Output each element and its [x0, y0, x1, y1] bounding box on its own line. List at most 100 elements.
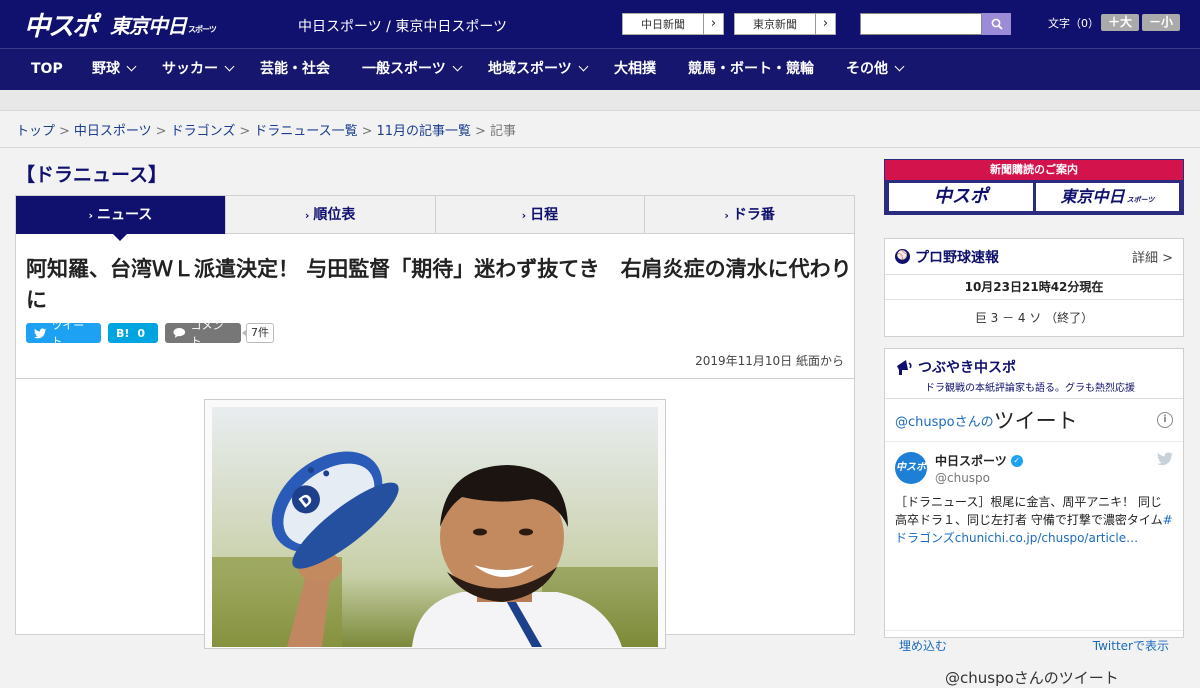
scores-timestamp: 10月23日21時42分現在	[885, 275, 1183, 300]
article-photo-frame: D	[204, 399, 666, 649]
hatena-icon: B!	[116, 326, 130, 340]
tab-label: 順位表	[313, 207, 356, 223]
tab-standings[interactable]: › 順位表	[225, 196, 436, 234]
nav-label: 芸能・社会	[260, 61, 330, 77]
tab-label: ドラ番	[732, 207, 775, 223]
tweet-body: ［ドラニュース］根尾に金言、周平アニキ！ 同じ高卒ドラ１、同じ左打者 守備で打撃…	[895, 495, 1163, 527]
tweet-user-name-row: 中日スポーツ ✓	[935, 452, 1023, 469]
hatena-count: 0	[137, 326, 146, 340]
nav-item-top[interactable]: TOP	[31, 49, 63, 91]
tweet-user: 中スポ 中日スポーツ ✓ @chuspo	[895, 452, 1173, 485]
comment-button[interactable]: コメント	[165, 319, 241, 348]
score-line[interactable]: 巨 3 － 4 ソ （終了）	[885, 300, 1183, 336]
font-smaller-button[interactable]: －小	[1142, 14, 1180, 31]
search-input[interactable]	[860, 13, 982, 35]
tokyo-chunichi-logo[interactable]: 東京中日 スポーツ	[110, 8, 217, 40]
avatar[interactable]: 中スポ	[895, 452, 927, 484]
nav-item-baseball[interactable]: 野球	[92, 49, 137, 91]
tweet-item[interactable]: 中スポ 中日スポーツ ✓ @chuspo ［ドラニュース］根尾に金言、周平アニキ！…	[885, 442, 1183, 547]
search-icon	[991, 18, 1003, 30]
tweet-screen-name[interactable]: @chuspo	[935, 471, 1023, 485]
share-row: ツイート B! 0 コメント 7件	[26, 319, 274, 348]
comment-count-badge[interactable]: 7件	[242, 323, 274, 343]
hatena-bookmark-button[interactable]: B! 0	[108, 323, 158, 343]
comment-bubble-icon	[173, 327, 186, 338]
nav-label: 一般スポーツ	[362, 61, 446, 77]
info-icon[interactable]: i	[1157, 412, 1173, 428]
search-button[interactable]	[982, 13, 1011, 35]
breadcrumb-link[interactable]: ドラゴンズ	[171, 124, 236, 139]
tokyo-chunichi-subscribe-small: スポーツ	[1126, 196, 1155, 204]
breadcrumb-separator: >	[59, 124, 70, 139]
article-headline: 阿知羅、台湾ＷＬ派遣決定！ 与田監督「期待」迷わず抜てき 右肩炎症の清水に代わり…	[26, 257, 852, 312]
baseball-icon: ⚾	[895, 249, 910, 264]
scores-header: ⚾ プロ野球速報 詳細 >	[885, 239, 1183, 275]
main-nav: TOP 野球 サッカー 芸能・社会 一般スポーツ 地域スポーツ 大相撲 競馬・ボ…	[0, 48, 1200, 90]
tokyo-shimbun-link[interactable]: 東京新聞 ›	[734, 13, 836, 35]
article-date: 2019年11月10日 紙面から	[695, 354, 844, 368]
tab-dora-ban[interactable]: › ドラ番	[645, 196, 854, 234]
section-tabs: › ニュース › 順位表 › 日程 › ドラ番	[16, 196, 854, 241]
tweet-button[interactable]: ツイート	[26, 319, 101, 348]
chevron-right-icon: ›	[304, 209, 310, 222]
top-header: 中スポ 東京中日 スポーツ 中日スポーツ / 東京中日スポーツ 中日新聞 › 東京…	[0, 0, 1200, 48]
scores-detail-link[interactable]: 詳細 >	[1132, 247, 1173, 266]
tsubuyaki-title-row: つぶやき中スポ	[895, 357, 1173, 377]
embed-link[interactable]: 埋め込む	[899, 637, 947, 654]
twitter-embed-title: ツイート	[993, 409, 1078, 433]
twitter-embed-handle[interactable]: @chuspoさんの	[895, 411, 994, 430]
divider	[16, 378, 854, 379]
tokyo-chunichi-subscribe-logo[interactable]: 東京中日 スポーツ	[1036, 183, 1179, 211]
chevron-down-icon	[578, 61, 589, 72]
chevron-down-icon	[894, 61, 905, 72]
scores-title: プロ野球速報	[915, 249, 999, 266]
chunichi-shimbun-label: 中日新聞	[641, 18, 685, 31]
twitter-bird-icon[interactable]	[1157, 452, 1173, 466]
nav-item-sumo[interactable]: 大相撲	[614, 49, 656, 91]
tab-schedule[interactable]: › 日程	[435, 196, 646, 234]
chevron-right-icon: ›	[88, 209, 93, 222]
nav-item-soccer[interactable]: サッカー	[162, 49, 235, 91]
article-photo[interactable]: D	[212, 407, 658, 647]
tokyo-chunichi-logo-text: 東京中日	[110, 13, 187, 38]
nav-label: 競馬・ボート・競輪	[688, 61, 814, 77]
view-on-twitter-link[interactable]: Twitterで表示	[1093, 637, 1169, 654]
tsubuyaki-title: つぶやき中スポ	[918, 360, 1016, 376]
twitter-next-title: @chuspoさんのツイート	[945, 669, 1119, 687]
subscription-banner[interactable]: 新聞購読のご案内 中スポ 東京中日 スポーツ	[884, 159, 1184, 215]
tweet-user-name[interactable]: 中日スポーツ	[935, 452, 1007, 469]
tsubuyaki-subtitle: ドラ観戦の本紙評論家も語る。グラも熱烈応援	[925, 383, 1135, 394]
tsubuyaki-widget: つぶやき中スポ ドラ観戦の本紙評論家も語る。グラも熱烈応援 @chuspoさんの…	[884, 348, 1184, 687]
breadcrumb-link[interactable]: 中日スポーツ	[74, 124, 152, 139]
twitter-bird-icon	[34, 327, 47, 338]
breadcrumb-link[interactable]: ドラニュース一覧	[254, 124, 357, 139]
twitter-embed: @chuspoさんの ツイート i 中スポ 中日スポーツ ✓ @chuspo ［ド…	[885, 399, 1183, 687]
nav-item-general-sports[interactable]: 一般スポーツ	[362, 49, 463, 91]
breadcrumb-link[interactable]: トップ	[16, 124, 55, 139]
font-bigger-button[interactable]: ＋大	[1101, 14, 1139, 31]
chuspo-subscribe-logo[interactable]: 中スポ	[889, 183, 1033, 211]
tokyo-chunichi-logo-small: スポーツ	[188, 24, 217, 34]
twitter-embed-header: @chuspoさんの ツイート i	[885, 399, 1183, 442]
nav-item-other[interactable]: その他	[846, 49, 905, 91]
pro-baseball-scores-widget: ⚾ プロ野球速報 詳細 > 10月23日21時42分現在 巨 3 － 4 ソ （…	[884, 238, 1184, 337]
nav-label: サッカー	[162, 61, 218, 77]
nav-item-regional-sports[interactable]: 地域スポーツ	[488, 49, 589, 91]
section-title: 【ドラニュース】	[16, 164, 168, 186]
tab-news[interactable]: › ニュース	[16, 196, 226, 241]
breadcrumb-link[interactable]: 11月の記事一覧	[377, 124, 472, 139]
chunichi-shimbun-link[interactable]: 中日新聞 ›	[622, 13, 724, 35]
tweet-button-label: ツイート	[51, 319, 85, 348]
chevron-right-icon: ›	[521, 209, 527, 222]
nav-label: 大相撲	[614, 61, 656, 77]
breadcrumb-separator: >	[475, 124, 486, 139]
chevron-down-icon	[126, 61, 137, 72]
tweet-text: ［ドラニュース］根尾に金言、周平アニキ！ 同じ高卒ドラ１、同じ左打者 守備で打撃…	[895, 493, 1173, 547]
nav-item-racing[interactable]: 競馬・ボート・競輪	[688, 49, 814, 91]
chevron-right-icon: ›	[724, 209, 729, 222]
site-title: 中日スポーツ / 東京中日スポーツ	[298, 19, 508, 35]
megaphone-icon	[897, 360, 912, 375]
nav-item-entertainment[interactable]: 芸能・社会	[260, 49, 330, 91]
breadcrumb: トップ > 中日スポーツ > ドラゴンズ > ドラニュース一覧 >11月の記事一覧 > 記事	[16, 120, 516, 139]
chuspo-logo[interactable]: 中スポ	[24, 8, 98, 42]
